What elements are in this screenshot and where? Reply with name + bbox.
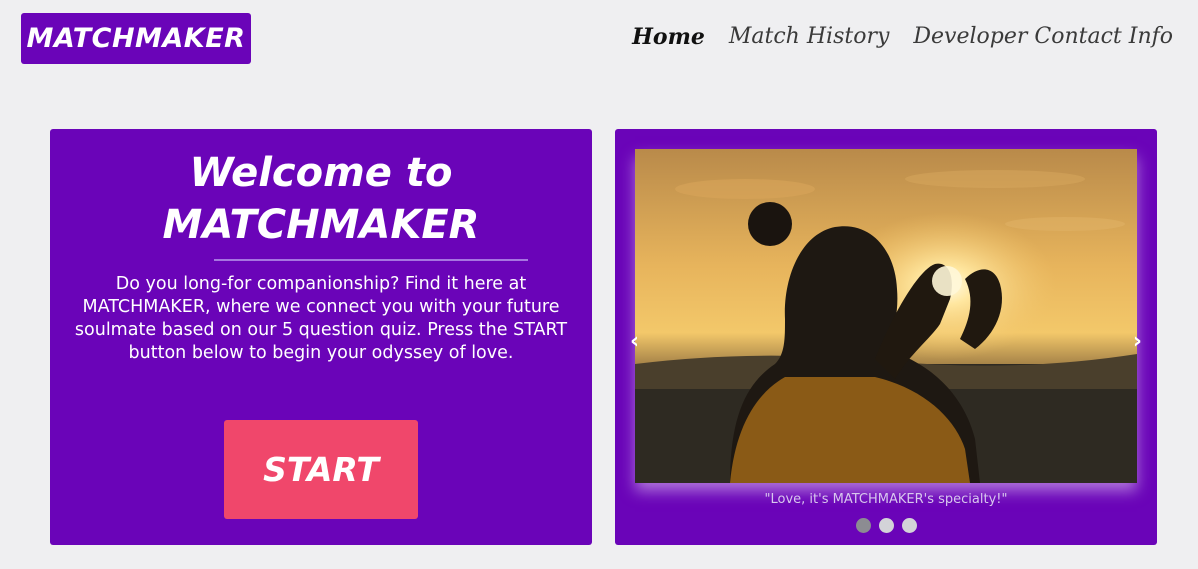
nav-home[interactable]: Home xyxy=(632,24,705,50)
carousel-indicator-2[interactable] xyxy=(878,518,894,533)
carousel-caption: "Love, it's MATCHMAKER's specialty!" xyxy=(764,492,1008,507)
welcome-title-line1: Welcome to xyxy=(189,150,453,196)
carousel-slide-image xyxy=(635,149,1137,483)
carousel-indicator-1[interactable] xyxy=(855,518,871,533)
welcome-description: Do you long-for companionship? Find it h… xyxy=(74,274,568,363)
start-button[interactable]: START xyxy=(224,420,418,519)
carousel-indicator-3[interactable] xyxy=(901,518,917,533)
main-nav: Home Match History Developer Contact Inf… xyxy=(632,24,1173,50)
carousel-indicators xyxy=(615,518,1157,533)
welcome-panel: Welcome to MATCHMAKER Do you long-for co… xyxy=(50,129,592,545)
welcome-divider xyxy=(214,259,528,261)
page: MATCHMAKER Home Match History Developer … xyxy=(0,0,1198,569)
welcome-title: Welcome to MATCHMAKER xyxy=(50,147,592,251)
carousel-next-arrow[interactable]: › xyxy=(1133,329,1142,354)
sunset-heart-hands-photo xyxy=(635,149,1137,483)
welcome-title-line2: MATCHMAKER xyxy=(162,202,480,248)
nav-developer-contact[interactable]: Developer Contact Info xyxy=(913,24,1173,50)
image-carousel: ‹ › "Love, it's MATCHMAKER's specialty!" xyxy=(615,129,1157,545)
nav-match-history[interactable]: Match History xyxy=(729,24,890,50)
carousel-prev-arrow[interactable]: ‹ xyxy=(630,329,639,354)
brand-logo[interactable]: MATCHMAKER xyxy=(21,13,251,64)
